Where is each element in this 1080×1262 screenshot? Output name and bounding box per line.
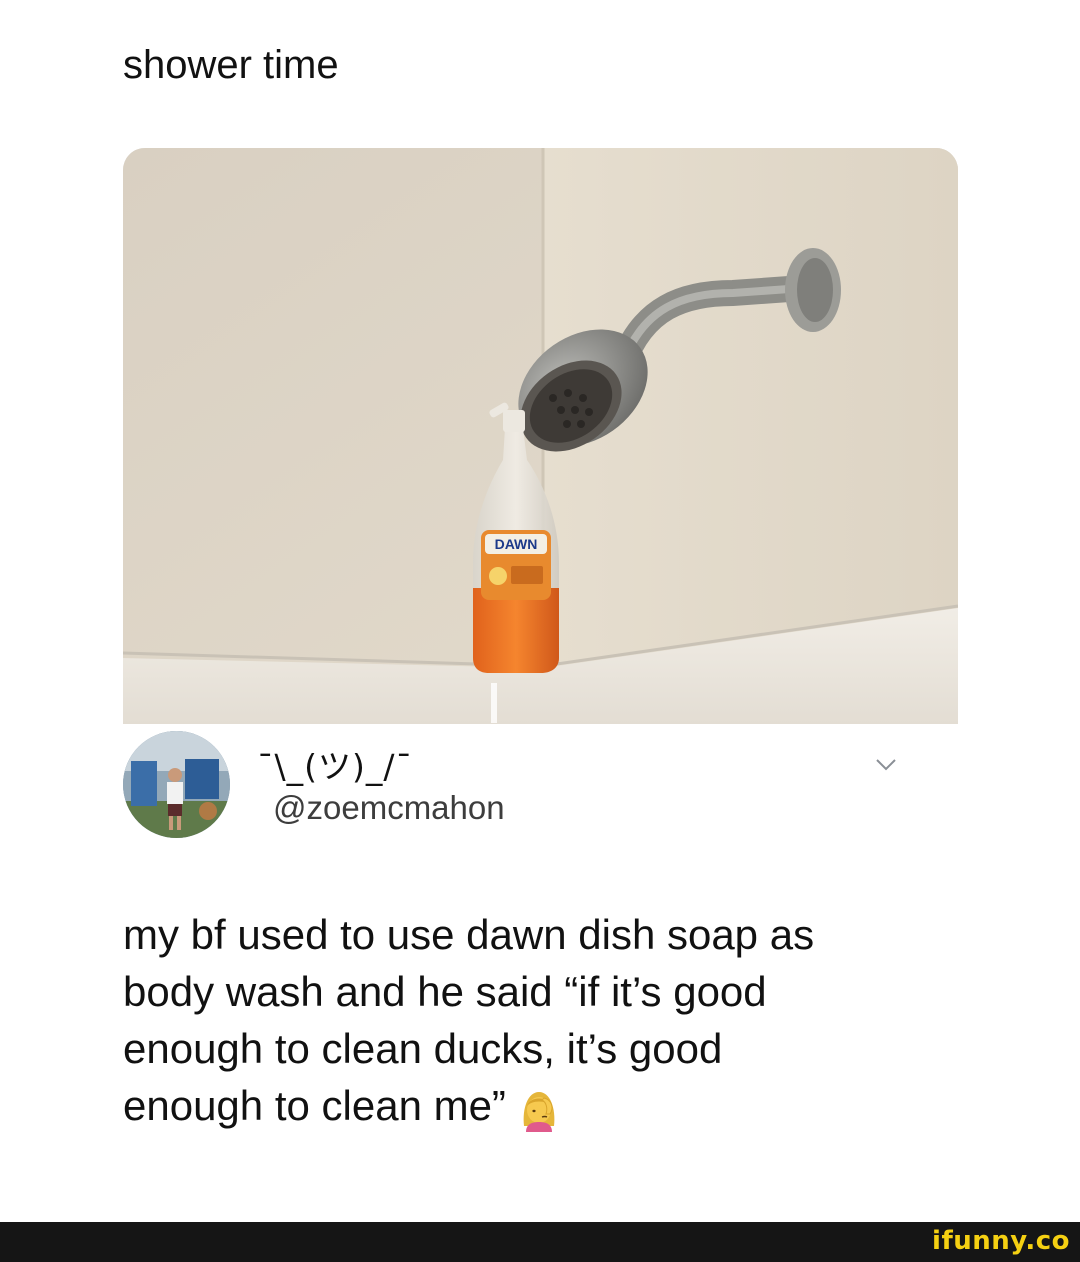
shower-photo-illustration: DAWN bbox=[123, 148, 958, 724]
avatar[interactable] bbox=[123, 731, 230, 838]
post-caption: shower time bbox=[123, 43, 339, 87]
tweet-text-line: enough to clean me” bbox=[123, 1082, 506, 1129]
tweet-text-line-last: enough to clean me” bbox=[123, 1077, 973, 1134]
tweet-text-line: enough to clean ducks, it’s good bbox=[123, 1025, 723, 1072]
watermark-logo[interactable]: ifunny.co bbox=[932, 1226, 1070, 1258]
tweet-text: my bf used to use dawn dish soap as body… bbox=[123, 906, 973, 1134]
tweet-text-line: my bf used to use dawn dish soap as bbox=[123, 911, 815, 958]
tweet-text-line: body wash and he said “if it’s good bbox=[123, 968, 767, 1015]
footer-bar bbox=[0, 1222, 1080, 1262]
shower-photo: DAWN bbox=[123, 148, 958, 724]
user-handle[interactable]: @zoemcmahon bbox=[273, 788, 505, 828]
meme-page: shower time DAWN ¯\_(ツ)_/¯ @zoemcmahon m… bbox=[0, 0, 1080, 1262]
tweet-header: ¯\_(ツ)_/¯ @zoemcmahon bbox=[123, 725, 958, 855]
display-name[interactable]: ¯\_(ツ)_/¯ bbox=[257, 747, 413, 787]
face-palm-woman-icon bbox=[516, 1086, 562, 1132]
chevron-down-icon[interactable] bbox=[874, 755, 898, 775]
bottle-label: DAWN bbox=[495, 536, 538, 552]
avatar-photo bbox=[123, 731, 230, 838]
